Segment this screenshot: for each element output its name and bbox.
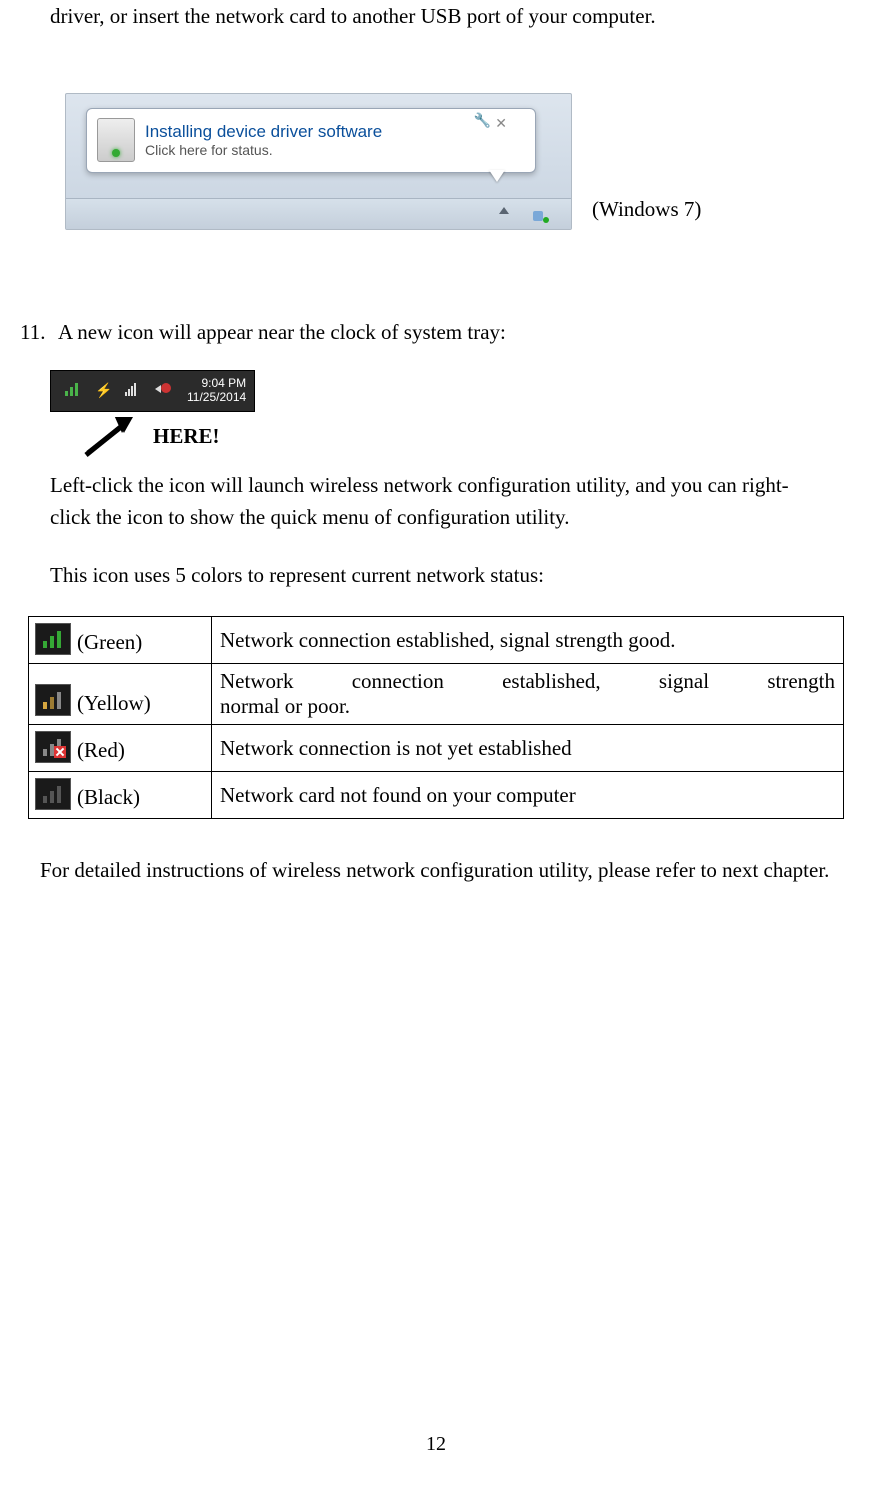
- tray-time: 9:04 PM: [187, 377, 246, 391]
- intro-paragraph: driver, or insert the network card to an…: [50, 0, 852, 33]
- status-description: Network connection established, signal s…: [212, 664, 844, 725]
- wifi-signal-tray-icon: [125, 382, 143, 400]
- color-label: (Red): [77, 738, 125, 762]
- windows-taskbar-area: Installing device driver software Click …: [65, 93, 572, 230]
- description-paragraph-1: Left-click the icon will launch wireless…: [50, 469, 822, 534]
- status-color-table: (Green) Network connection established, …: [28, 616, 844, 819]
- tray-date: 11/25/2014: [187, 391, 246, 405]
- systray-figure: ⚡ 9:04 PM 11/25/2014: [50, 370, 852, 412]
- balloon-subtitle: Click here for status.: [145, 142, 525, 158]
- color-label: (Yellow): [77, 691, 151, 715]
- device-icon: [97, 118, 135, 162]
- page-number: 12: [0, 1433, 872, 1456]
- taskbar-strip: [66, 198, 571, 229]
- here-label: HERE!: [153, 424, 220, 449]
- color-label: (Green): [77, 630, 142, 654]
- signal-black-icon: [35, 778, 71, 810]
- power-tray-icon: ⚡: [95, 382, 113, 400]
- show-hidden-icons-chevron: [499, 207, 509, 214]
- table-row: (Yellow) Network connection established,…: [29, 664, 844, 725]
- table-row: (Black) Network card not found on your c…: [29, 772, 844, 819]
- signal-yellow-icon: [35, 684, 71, 716]
- arrow-icon: [78, 417, 138, 457]
- system-tray-dark: ⚡ 9:04 PM 11/25/2014: [50, 370, 255, 412]
- step-number: 11.: [20, 320, 58, 345]
- tray-clock: 9:04 PM 11/25/2014: [187, 377, 246, 405]
- network-tray-icon: [531, 205, 549, 223]
- wrench-icon: 🔧: [474, 113, 491, 130]
- balloon-title: Installing device driver software: [145, 122, 525, 142]
- wireless-utility-tray-icon: [65, 382, 83, 400]
- color-label: (Black): [77, 785, 140, 809]
- footer-paragraph: For detailed instructions of wireless ne…: [40, 854, 832, 887]
- driver-install-balloon: Installing device driver software Click …: [86, 108, 536, 173]
- figure-windows-notification: Installing device driver software Click …: [65, 93, 852, 230]
- step-text: A new icon will appear near the clock of…: [58, 320, 852, 345]
- status-description: Network connection established, signal s…: [212, 617, 844, 664]
- volume-muted-tray-icon: [155, 382, 173, 400]
- page: driver, or insert the network card to an…: [0, 0, 872, 1486]
- signal-red-icon: [35, 731, 71, 763]
- table-row: (Green) Network connection established, …: [29, 617, 844, 664]
- here-annotation: HERE!: [78, 417, 852, 457]
- step-11: 11. A new icon will appear near the cloc…: [20, 320, 852, 345]
- description-paragraph-2: This icon uses 5 colors to represent cur…: [50, 559, 822, 592]
- signal-green-icon: [35, 623, 71, 655]
- table-row: (Red) Network connection is not yet esta…: [29, 725, 844, 772]
- os-caption: (Windows 7): [592, 197, 701, 230]
- status-description: Network connection is not yet establishe…: [212, 725, 844, 772]
- close-icon: ✕: [495, 115, 507, 132]
- status-description: Network card not found on your computer: [212, 772, 844, 819]
